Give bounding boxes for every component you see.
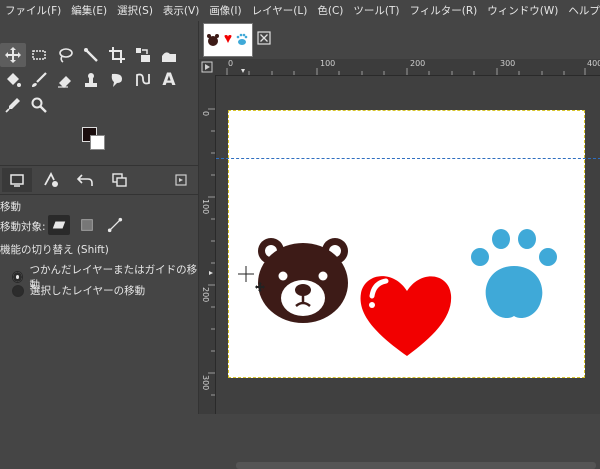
radio-dot-selected[interactable] [12,271,24,283]
horizontal-scrollbar[interactable] [236,462,596,469]
selection-mode-icon [81,219,93,231]
move-tool[interactable] [0,43,26,67]
transform-tool[interactable] [130,43,156,67]
path-icon [136,73,150,86]
vertical-ruler[interactable]: 0 100 200 300 [199,75,216,414]
images-icon [112,173,127,187]
lasso-icon [59,48,73,63]
color-picker-tool[interactable] [0,93,26,117]
menu-tools[interactable]: ツール(T) [348,3,404,18]
move-cursor-icon [238,266,265,292]
close-tab-button[interactable] [257,30,271,45]
image-window: 0 100 200 300 400 0 100 200 300 [198,21,600,469]
move-mode-path-button[interactable] [104,215,126,235]
lasso-tool[interactable] [52,43,78,67]
eraser-icon [58,76,71,88]
paintbrush-icon [32,72,47,87]
background-color[interactable] [90,135,105,150]
corner-menu-icon [201,61,213,73]
menu-layer[interactable]: レイヤー(L) [247,3,313,18]
transform-icon [136,48,150,62]
tab-menu-button[interactable] [170,168,192,192]
tab-tool-options[interactable] [2,168,32,192]
tool-options-title: 移動 [0,201,21,213]
fuzzy-select-icon [84,48,98,62]
menu-filters[interactable]: フィルター(R) [404,3,482,18]
rect-select-icon [32,50,46,60]
ruler-h-ticks [226,68,586,75]
crop-tool[interactable] [104,43,130,67]
bucket-fill-icon [7,73,21,87]
rect-select-tool[interactable] [26,43,52,67]
menu-bar: ファイル(F) 編集(E) 選択(S) 表示(V) 画像(I) レイヤー(L) … [0,0,600,21]
fuzzy-select-tool[interactable] [78,43,104,67]
menu-view[interactable]: 表示(V) [158,3,204,18]
radio-dot-unselected[interactable] [12,284,24,297]
menu-color[interactable]: 色(C) [312,3,348,18]
menu-windows[interactable]: ウィンドウ(W) [482,3,563,18]
menu-help[interactable]: ヘルプ(H) [563,3,600,18]
path-mode-icon [107,217,123,233]
tab-device-status[interactable] [36,168,66,192]
smudge-icon [111,73,122,87]
text-icon: A [162,70,176,90]
move-icon [5,47,21,63]
horizontal-guide[interactable] [216,158,600,159]
radio-move-active-layer[interactable]: 選択したレイヤーの移動 [12,283,145,298]
bucket-fill-tool[interactable] [0,68,26,92]
canvas-artwork [258,229,557,356]
image-canvas[interactable] [228,110,585,378]
menu-select[interactable]: 選択(S) [112,3,158,18]
dock-tabs [0,165,198,195]
warp-icon [162,52,176,62]
eraser-tool[interactable] [52,68,78,92]
tab-images[interactable] [104,168,134,192]
canvas-viewport[interactable] [216,76,600,469]
heart-icon [360,276,452,356]
zoom-icon [31,97,47,113]
warp-tool[interactable] [156,43,182,67]
move-target-label: 移動対象: [0,221,46,233]
move-mode-layer-button[interactable] [48,215,70,235]
toggle-label: 機能の切り替え (Shift) [0,244,109,256]
tab-undo-history[interactable] [70,168,100,192]
bear-icon [258,238,348,323]
menu-image[interactable]: 画像(I) [204,3,246,18]
text-tool[interactable]: A [156,68,182,92]
image-thumbnail [207,33,248,46]
move-mode-selection-button[interactable] [76,215,98,235]
layer-mode-icon [52,221,66,229]
undo-history-icon [76,174,93,186]
paintbrush-tool[interactable] [26,68,52,92]
tool-options-icon [10,174,24,187]
device-status-icon [44,172,58,187]
tab-menu-icon [175,174,187,186]
menu-edit[interactable]: 編集(E) [66,3,112,18]
ruler-corner[interactable] [199,59,215,75]
crop-icon [109,47,125,63]
path-tool[interactable] [130,68,156,92]
fg-bg-colors[interactable] [80,125,110,155]
color-picker-icon [5,98,20,113]
close-icon [257,31,271,45]
zoom-tool[interactable] [26,93,52,117]
radio-label-active-layer: 選択したレイヤーの移動 [30,285,146,297]
paw-icon [471,229,557,319]
toolbox-panel: A 移動 移動対象: 機能の切り替え (Shift) つかんだレイヤーまたはガイ… [0,21,198,414]
smudge-tool[interactable] [104,68,130,92]
clone-icon [85,73,97,87]
ruler-v-ticks [208,108,215,396]
horizontal-ruler[interactable]: 0 100 200 300 400 [215,59,600,76]
image-thumbnail-tab[interactable] [203,23,253,57]
menu-file[interactable]: ファイル(F) [0,3,66,18]
clone-tool[interactable] [78,68,104,92]
